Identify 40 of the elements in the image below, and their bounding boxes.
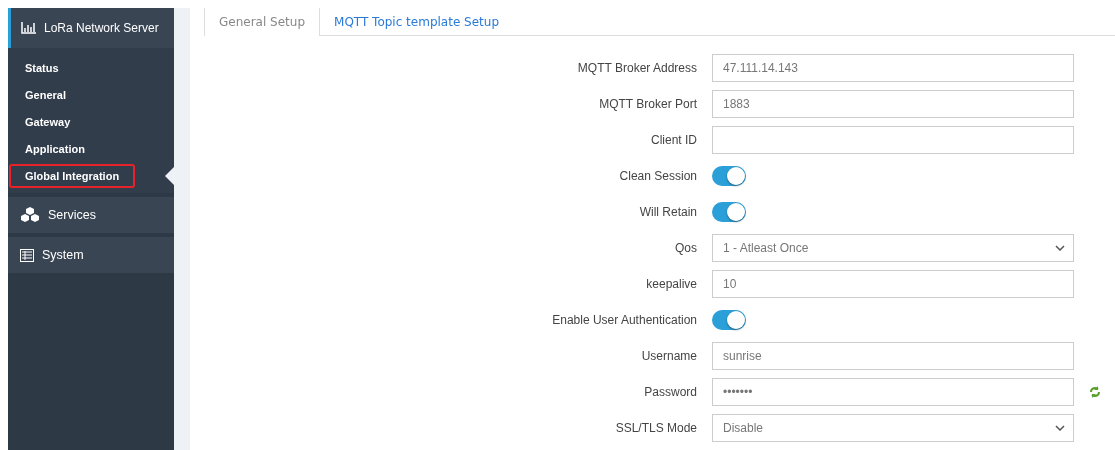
field-label: Client ID [650, 133, 697, 147]
header-label: LoRa Network Server [44, 21, 159, 35]
text-field[interactable]: 47.111.14.143 [712, 54, 1074, 82]
sidebar-section[interactable]: Services [8, 197, 174, 233]
text-field[interactable] [712, 126, 1074, 154]
chevron-down-icon [1055, 425, 1065, 431]
field-label: Username [640, 349, 697, 363]
bar-chart-icon [21, 22, 36, 34]
sidebar-item[interactable]: Gateway [9, 109, 87, 134]
select-field[interactable]: 1 - Atleast Once [712, 234, 1074, 262]
field-label: Password [643, 385, 697, 399]
field-label: SSL/TLS Mode [614, 421, 697, 435]
field-label: Enable User Authentication [551, 313, 697, 327]
field-label: Will Retain [638, 205, 697, 219]
toggle-switch[interactable] [712, 202, 746, 222]
select-field[interactable]: Disable [712, 414, 1074, 442]
toggle-switch[interactable] [712, 310, 746, 330]
text-field[interactable]: 1883 [712, 90, 1074, 118]
sidebar-section[interactable]: System [8, 237, 174, 273]
text-field[interactable]: 10 [712, 270, 1074, 298]
text-field[interactable]: sunrise [712, 342, 1074, 370]
tab[interactable]: General Setup [204, 8, 321, 36]
sidebar-item[interactable]: General [9, 82, 82, 107]
list-icon [20, 248, 34, 262]
cubes-icon [20, 207, 40, 223]
section-label: System [42, 248, 84, 262]
chevron-down-icon [1055, 245, 1065, 251]
sidebar-item[interactable]: Status [9, 55, 75, 80]
field-label: Qos [674, 241, 697, 255]
refresh-icon[interactable] [1089, 386, 1101, 398]
toggle-switch[interactable] [712, 166, 746, 186]
sidebar-item[interactable]: Application [9, 136, 101, 161]
sidebar-header[interactable]: LoRa Network Server [8, 8, 174, 48]
field-label: keepalive [645, 277, 697, 291]
password-field[interactable]: ••••••• [712, 378, 1074, 406]
sidebar-item[interactable]: Global Integration [9, 163, 136, 188]
field-label: Clean Session [618, 169, 697, 183]
section-label: Services [48, 208, 96, 222]
field-label: MQTT Broker Port [598, 97, 697, 111]
field-label: MQTT Broker Address [576, 61, 697, 75]
